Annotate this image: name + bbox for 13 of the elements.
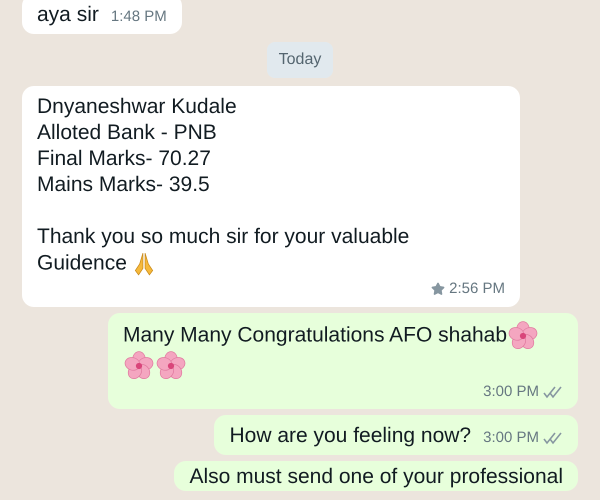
message-time: 2:56 PM: [449, 279, 505, 299]
message-text: Dnyaneshwar Kudale Alloted Bank - PNB Final Marks- 70.27 Mains Marks- 39.5 Thank you so much sir for your valuable Guidence: [37, 94, 505, 278]
message-text: How are you feeling now?: [229, 423, 472, 449]
message-time: 1:48 PM: [110, 6, 167, 26]
blossom-icon: [508, 320, 538, 350]
message-text: Also must send one of your professional: [189, 464, 563, 490]
message-text: aya sir: [37, 2, 99, 28]
blossom-icon: [124, 350, 154, 380]
message-time: 3:00 PM: [483, 428, 539, 448]
date-chip: Today: [266, 42, 334, 78]
message-time: 3:00 PM: [483, 382, 539, 402]
message-text: Many Many Congratulations AFO shahab: [123, 320, 563, 380]
blossom-icon: [156, 350, 186, 380]
